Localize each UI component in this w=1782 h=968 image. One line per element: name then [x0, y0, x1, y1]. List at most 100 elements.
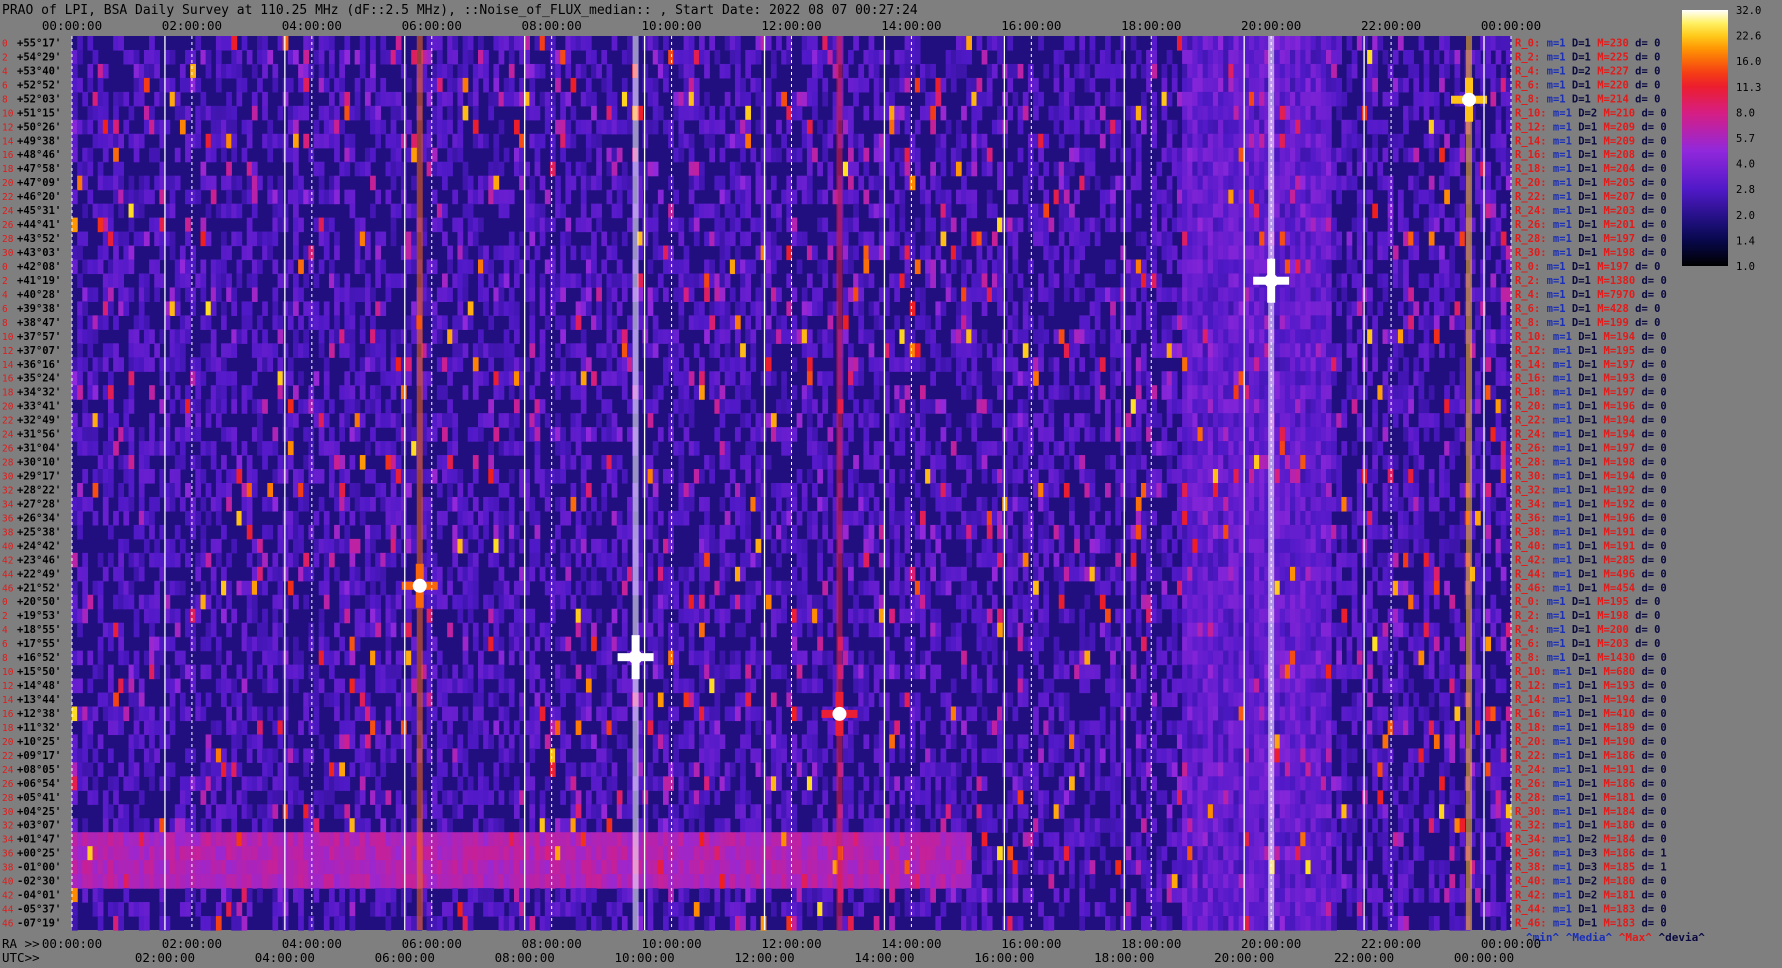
- heatmap-cell: [1187, 287, 1193, 303]
- heatmap-cell: [102, 217, 109, 233]
- heatmap-cell: [431, 427, 438, 442]
- heatmap-cell: [1331, 161, 1337, 177]
- heatmap-cell: [1069, 371, 1075, 386]
- heatmap-cell: [894, 77, 901, 93]
- heatmap-cell: [858, 413, 865, 428]
- heatmap-cell: [102, 441, 109, 456]
- heatmap-cell: [503, 301, 510, 316]
- heatmap-cell: [1341, 399, 1348, 414]
- heatmap-cell: [221, 119, 227, 135]
- heatmap-cell: [87, 343, 94, 358]
- heatmap-cell: [806, 301, 813, 316]
- heatmap-cell: [986, 343, 993, 358]
- heatmap-cell: [488, 455, 495, 470]
- heatmap-cell: [734, 217, 741, 233]
- heatmap-cell: [1069, 427, 1075, 442]
- heatmap-cell: [257, 343, 263, 358]
- heatmap-cell: [1397, 133, 1404, 149]
- heatmap-cell: [1475, 119, 1481, 135]
- heatmap-cell: [359, 357, 366, 372]
- heatmap-cell: [1392, 455, 1399, 470]
- heatmap-cell: [997, 469, 1003, 484]
- heatmap-cell: [1238, 203, 1245, 219]
- heatmap-cell: [683, 49, 690, 65]
- heatmap-cell: [770, 427, 777, 442]
- heatmap-cell: [961, 63, 967, 79]
- heatmap-cell: [724, 133, 731, 149]
- heatmap-cell: [1392, 357, 1399, 372]
- heatmap-cell: [1248, 259, 1255, 275]
- heatmap-cell: [1254, 161, 1260, 177]
- heatmap-cell: [303, 77, 310, 93]
- heatmap-cell: [1089, 469, 1096, 484]
- heatmap-cell: [1115, 133, 1122, 149]
- heatmap-cell: [529, 413, 536, 428]
- heatmap-cell: [1315, 399, 1322, 414]
- heatmap-cell: [303, 329, 310, 344]
- heatmap-cell: [904, 105, 911, 121]
- heatmap-cell: [231, 147, 238, 163]
- heatmap-cell: [657, 385, 664, 400]
- heatmap-cell: [1202, 287, 1209, 303]
- heatmap-cell: [349, 133, 356, 149]
- heatmap-cell: [1228, 91, 1235, 107]
- heatmap-cell: [812, 455, 818, 470]
- heatmap-cell: [668, 413, 674, 428]
- heatmap-cell: [1079, 413, 1086, 428]
- heatmap-cell: [478, 217, 484, 233]
- heatmap-cell: [734, 49, 741, 65]
- heatmap-cell: [740, 371, 746, 386]
- heatmap-cell: [1397, 203, 1404, 219]
- chart-title: PRAO of LPI, BSA Daily Survey at 110.25 …: [2, 3, 918, 18]
- heatmap-cell: [1140, 371, 1147, 386]
- heatmap-cell: [776, 315, 782, 330]
- heatmap-cell: [82, 175, 89, 191]
- heatmap-cell: [740, 343, 746, 358]
- heatmap-cell: [1315, 49, 1322, 65]
- heatmap-cell: [529, 343, 536, 358]
- heatmap-cell: [334, 133, 340, 149]
- heatmap-cell: [755, 49, 762, 65]
- heatmap-cell: [174, 343, 181, 358]
- heatmap-cell: [776, 91, 782, 107]
- heatmap-cell: [133, 147, 140, 163]
- heatmap-cell: [1110, 329, 1116, 344]
- heatmap-cell: [961, 385, 967, 400]
- heatmap-cell: [493, 63, 500, 79]
- heatmap-cell: [822, 343, 829, 358]
- heatmap-cell: [354, 231, 361, 247]
- heatmap-cell: [462, 105, 469, 121]
- heatmap-cell: [1218, 301, 1224, 316]
- heatmap-cell: [806, 385, 813, 400]
- heatmap-cell: [215, 357, 222, 372]
- heatmap-cell: [971, 287, 978, 303]
- heatmap-cell: [1300, 147, 1307, 163]
- heatmap-cell: [1151, 175, 1157, 191]
- heatmap-cell: [930, 371, 936, 386]
- heatmap-cell: [354, 77, 361, 93]
- heatmap-cell: [1207, 119, 1214, 135]
- heatmap-cell: [1135, 371, 1142, 386]
- heatmap-cell: [1017, 217, 1024, 233]
- heatmap-cell: [930, 399, 936, 414]
- heatmap-cell: [1372, 399, 1378, 414]
- heatmap-cell: [698, 175, 705, 191]
- heatmap-cell: [1284, 77, 1291, 93]
- heatmap-cell: [133, 315, 140, 330]
- heatmap-cell: [1454, 427, 1461, 442]
- heatmap-cell: [627, 315, 633, 330]
- heatmap-cell: [1022, 189, 1029, 205]
- heatmap-cell: [1295, 189, 1301, 205]
- heatmap-cell: [395, 49, 402, 65]
- heatmap-cell: [1248, 175, 1255, 191]
- heatmap-cell: [1290, 36, 1296, 51]
- heatmap-cell: [1341, 287, 1348, 303]
- heatmap-cell: [1058, 329, 1065, 344]
- heatmap-cell: [704, 91, 710, 107]
- heatmap-cell: [1320, 301, 1327, 316]
- heatmap-cell: [1444, 441, 1450, 456]
- heatmap-cell: [1284, 413, 1291, 428]
- heatmap-cell: [1089, 301, 1096, 316]
- heatmap-cell: [1140, 273, 1147, 289]
- heatmap-cell: [1284, 189, 1291, 205]
